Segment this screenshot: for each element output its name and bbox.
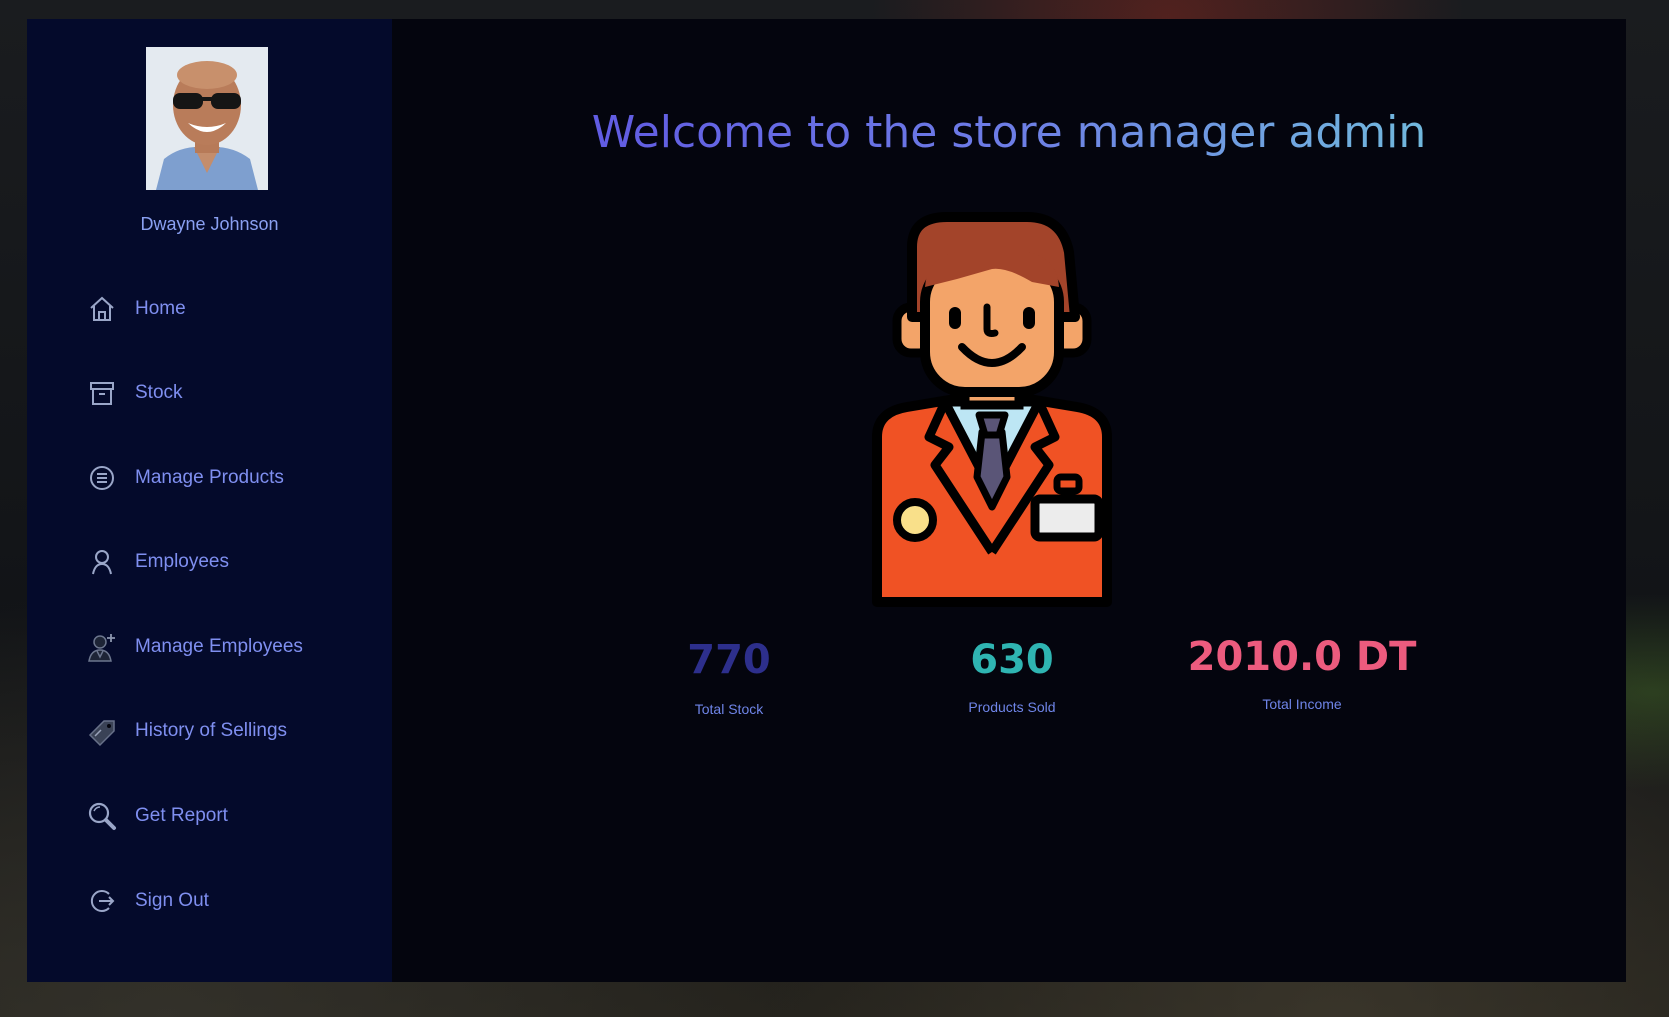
archive-box-icon [85,376,119,410]
sidebar-item-label: Employees [135,551,229,572]
stat-label: Products Sold [968,699,1056,715]
person-icon [85,545,119,579]
sidebar-item-manage-employees[interactable]: Manage Employees [85,627,375,667]
stat-label: Total Stock [694,701,764,717]
stat-value: 630 [970,637,1054,683]
stat-products-sold: 630 Products Sold [882,637,1142,715]
app-window: Dwayne Johnson Home Stock Manage Product… [27,19,1626,982]
stat-total-stock: 770 Total Stock [599,637,859,717]
sidebar-item-label: Stock [135,382,183,403]
sidebar-item-label: Home [135,298,186,319]
magnifier-icon [85,799,119,833]
sidebar-item-label: Manage Products [135,467,284,488]
sidebar-item-get-report[interactable]: Get Report [85,796,375,836]
sidebar-item-label: Sign Out [135,890,209,911]
sidebar: Dwayne Johnson Home Stock Manage Product… [27,19,392,982]
stat-total-income: 2010.0 DT Total Income [1167,634,1437,712]
sidebar-item-stock[interactable]: Stock [85,373,375,413]
sidebar-item-label: History of Sellings [135,720,288,741]
home-icon [85,292,119,326]
avatar [146,47,268,190]
stat-value: 770 [687,637,771,683]
main-content: Welcome to the store manager admin 770 T… [392,19,1626,982]
add-employee-icon [85,630,119,664]
sidebar-item-manage-products[interactable]: Manage Products [85,458,375,498]
stat-label: Total Income [1262,696,1342,712]
user-name: Dwayne Johnson [140,214,279,234]
store-manager-illustration [857,207,1127,617]
sidebar-item-label: Get Report [135,805,228,826]
sale-tag-icon [85,714,119,748]
sign-out-icon [85,884,119,918]
sidebar-item-employees[interactable]: Employees [85,542,375,582]
sidebar-item-history-of-sellings[interactable]: History of Sellings [85,711,375,751]
sidebar-item-home[interactable]: Home [85,289,375,329]
sidebar-item-label: Manage Employees [135,636,303,657]
list-circle-icon [85,461,119,495]
stat-value: 2010.0 DT [1187,634,1417,680]
page-title: Welcome to the store manager admin [392,107,1626,158]
sidebar-item-sign-out[interactable]: Sign Out [85,881,375,921]
